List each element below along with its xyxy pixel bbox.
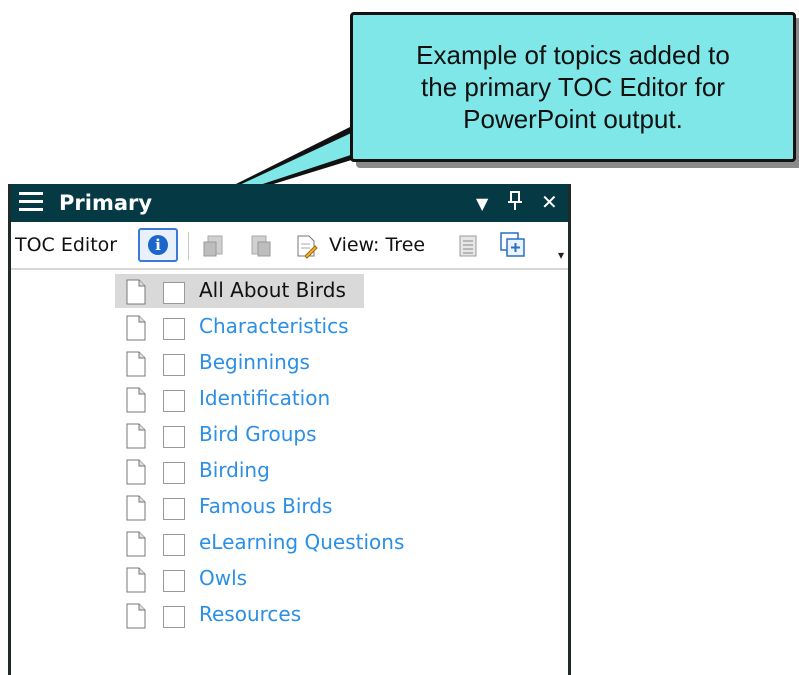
topic-label[interactable]: Famous Birds (199, 494, 332, 518)
tree-item[interactable]: Birding (115, 454, 575, 488)
topic-page-icon (126, 387, 146, 413)
topic-page-icon (126, 459, 146, 485)
topic-label[interactable]: Owls (199, 566, 247, 590)
triangle-down-icon[interactable]: ▼ (476, 194, 488, 213)
topic-page-icon (126, 351, 146, 377)
move-topic-right-icon[interactable] (249, 234, 271, 258)
topic-checkbox[interactable] (163, 282, 185, 304)
tree-item[interactable]: Owls (115, 562, 575, 596)
topic-label[interactable]: Characteristics (199, 314, 349, 338)
callout-text: Example of topics added to the primary T… (416, 40, 730, 134)
hamburger-menu-icon[interactable] (19, 192, 43, 212)
topic-label[interactable]: Beginnings (199, 350, 310, 374)
topic-page-icon (126, 423, 146, 449)
topic-checkbox[interactable] (163, 318, 185, 340)
topic-checkbox[interactable] (163, 426, 185, 448)
topic-label[interactable]: eLearning Questions (199, 530, 404, 554)
add-topic-icon[interactable] (499, 231, 525, 257)
info-button[interactable]: i (138, 228, 178, 262)
toolbar-label: TOC Editor (15, 234, 118, 256)
topic-page-icon (126, 531, 146, 557)
topic-label[interactable]: Bird Groups (199, 422, 317, 446)
topic-page-icon (126, 495, 146, 521)
tree-item[interactable]: eLearning Questions (115, 526, 575, 560)
info-icon: i (148, 235, 168, 255)
toc-editor-panel: Primary ▼ ✕ TOC Editor i View: Tree ▾ Al… (8, 184, 571, 675)
topic-label[interactable]: Resources (199, 602, 301, 626)
toolbar-separator (188, 232, 189, 260)
tree-item[interactable]: Beginnings (115, 346, 575, 380)
topic-checkbox[interactable] (163, 354, 185, 376)
callout-box: Example of topics added to the primary T… (350, 12, 796, 162)
topic-checkbox[interactable] (163, 462, 185, 484)
tree-item[interactable]: Famous Birds (115, 490, 575, 524)
topic-checkbox[interactable] (163, 498, 185, 520)
pin-icon[interactable] (508, 190, 522, 217)
move-topic-left-icon[interactable] (203, 234, 225, 258)
topic-checkbox[interactable] (163, 390, 185, 412)
tree-item[interactable]: Bird Groups (115, 418, 575, 452)
topic-label[interactable]: All About Birds (199, 278, 346, 302)
topic-page-icon (126, 603, 146, 629)
tree-item[interactable]: Characteristics (115, 310, 575, 344)
topic-label[interactable]: Identification (199, 386, 330, 410)
toolbar: TOC Editor i View: Tree ▾ (11, 222, 568, 270)
close-icon[interactable]: ✕ (541, 190, 558, 214)
view-tree-button[interactable]: View: Tree (329, 234, 425, 256)
topic-checkbox[interactable] (163, 534, 185, 556)
topic-checkbox[interactable] (163, 606, 185, 628)
overflow-chevron-icon[interactable]: ▾ (558, 248, 564, 262)
topic-page-icon (126, 279, 146, 305)
tree-item[interactable]: All About Birds (115, 274, 575, 308)
edit-properties-icon[interactable] (295, 234, 318, 259)
panel-titlebar: Primary ▼ ✕ (11, 184, 568, 222)
tree-item[interactable]: Identification (115, 382, 575, 416)
topic-page-icon (126, 315, 146, 341)
tree-item[interactable]: Resources (115, 598, 575, 632)
topic-checkbox[interactable] (163, 570, 185, 592)
list-view-icon[interactable] (457, 234, 479, 258)
panel-title: Primary (59, 191, 153, 215)
topic-label[interactable]: Birding (199, 458, 270, 482)
topic-page-icon (126, 567, 146, 593)
